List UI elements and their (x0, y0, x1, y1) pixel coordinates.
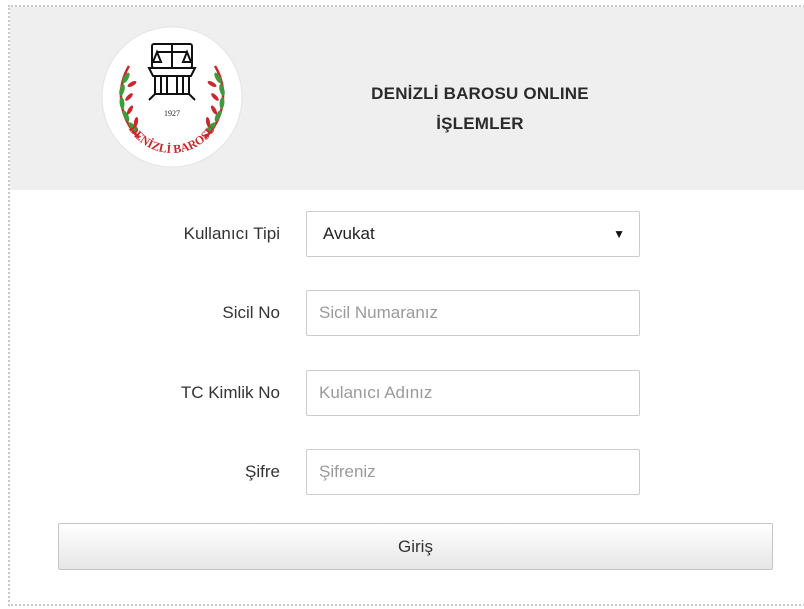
page-title-line-2: İŞLEMLER (436, 114, 524, 133)
page-title-line-1: DENİZLİ BAROSU ONLINE (371, 84, 589, 103)
logo-year: 1927 (164, 109, 180, 118)
tc-id-row: TC Kimlik No (10, 370, 650, 416)
user-type-row: Kullanıcı Tipi Avukat ▼ (10, 211, 650, 257)
caret-down-icon: ▼ (613, 227, 625, 241)
bar-association-logo: 1927 DENİZLİ BAROSU (99, 24, 245, 170)
login-panel: 1927 DENİZLİ BAROSU DENİZLİ BAROSU ONLIN… (8, 5, 804, 606)
login-header: 1927 DENİZLİ BAROSU DENİZLİ BAROSU ONLIN… (10, 7, 804, 190)
registry-no-input[interactable] (306, 290, 640, 336)
registry-no-row: Sicil No (10, 290, 650, 336)
password-label: Şifre (245, 462, 280, 481)
user-type-select[interactable]: Avukat ▼ (306, 211, 640, 257)
tc-id-label: TC Kimlik No (180, 383, 280, 402)
user-type-label: Kullanıcı Tipi (183, 224, 280, 243)
login-button[interactable]: Giriş (58, 523, 773, 570)
page-title: DENİZLİ BAROSU ONLINE İŞLEMLER (320, 79, 640, 139)
user-type-value: Avukat (323, 224, 375, 243)
password-row: Şifre (10, 449, 650, 495)
password-input[interactable] (306, 449, 640, 495)
tc-id-input[interactable] (306, 370, 640, 416)
scales-of-justice-emblem-icon: 1927 DENİZLİ BAROSU (101, 26, 243, 168)
registry-no-label: Sicil No (222, 303, 280, 322)
